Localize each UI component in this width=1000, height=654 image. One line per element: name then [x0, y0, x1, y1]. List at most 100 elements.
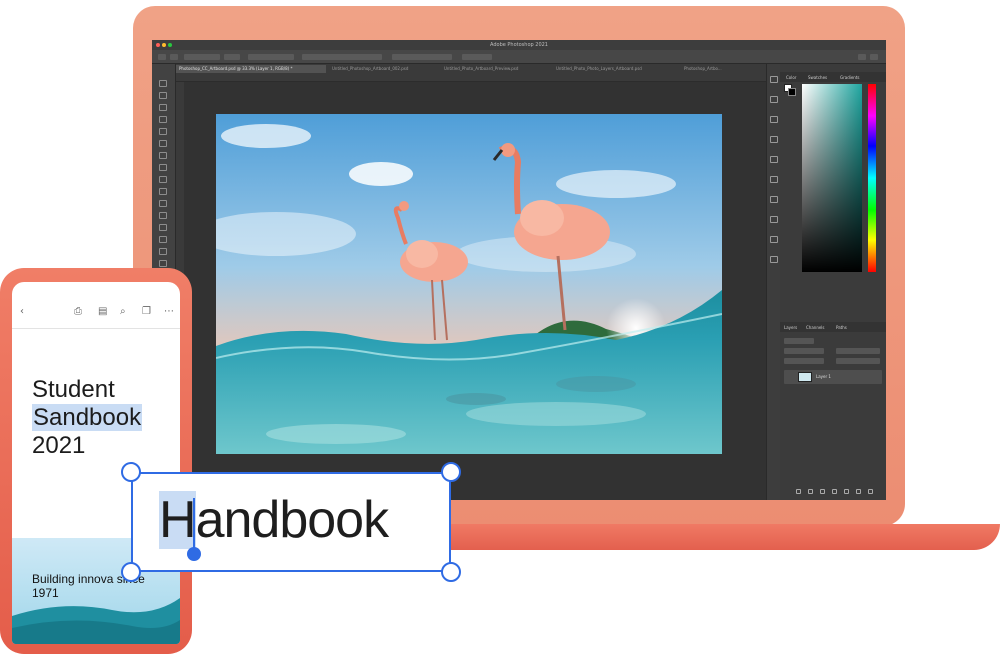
search-icon[interactable]	[858, 54, 866, 60]
document-icon[interactable]: ▤	[98, 306, 107, 318]
document-tab[interactable]: Untitled_Photo_Photo_Layers_Artboard.psd	[556, 65, 676, 73]
panel-icon-strip	[766, 64, 780, 500]
stage: Adobe Photoshop 2021 Photoshop_CC_Artboa…	[0, 0, 1000, 654]
link-icon[interactable]	[796, 489, 801, 494]
clone-stamp-tool-icon[interactable]	[159, 188, 167, 195]
document-tab[interactable]: Untitled_Photoshop_Artboard_002.psd	[332, 65, 438, 73]
frame-tool-icon[interactable]	[159, 140, 167, 147]
eyedropper-tool-icon[interactable]	[159, 152, 167, 159]
paths-icon[interactable]	[770, 256, 778, 263]
layer-row[interactable]: Layer 1	[784, 370, 882, 384]
marquee-tool-icon[interactable]	[159, 92, 167, 99]
opacity-field[interactable]	[836, 348, 880, 354]
healing-brush-tool-icon[interactable]	[159, 164, 167, 171]
crop-tool-icon[interactable]	[159, 128, 167, 135]
document-tab[interactable]: Photoshop_Artbo...	[684, 65, 760, 73]
back-icon[interactable]: ‹	[20, 306, 24, 318]
3d-mode-buttons[interactable]	[462, 54, 492, 60]
resize-handle-bottom-left[interactable]	[121, 562, 141, 582]
search-icon[interactable]: ⌕	[120, 306, 126, 318]
blur-tool-icon[interactable]	[159, 236, 167, 243]
layer-thumbnail	[798, 372, 812, 382]
move-tool-icon[interactable]	[159, 80, 167, 87]
flamingo-artwork-image	[216, 114, 722, 454]
gradient-tool-icon[interactable]	[159, 224, 167, 231]
fx-icon[interactable]	[808, 489, 813, 494]
handbook-rest: andbook	[195, 491, 390, 549]
resize-handle-bottom-right[interactable]	[441, 562, 461, 582]
brush-settings-icon[interactable]	[770, 196, 778, 203]
align-buttons[interactable]	[302, 54, 382, 60]
caret-handle[interactable]	[187, 547, 201, 561]
tab-layers[interactable]: Layers	[784, 325, 797, 330]
minimize-dot-icon[interactable]	[162, 43, 166, 47]
blend-mode-dropdown[interactable]	[784, 348, 824, 354]
character-icon[interactable]	[770, 156, 778, 163]
close-dot-icon[interactable]	[156, 43, 160, 47]
dodge-tool-icon[interactable]	[159, 248, 167, 255]
layers-panel-tabs: Layers Channels Paths	[780, 322, 886, 332]
window-titlebar: Adobe Photoshop 2021	[152, 40, 886, 50]
color-panel-tabs: Color Swatches Gradients	[780, 72, 886, 82]
history-icon[interactable]	[770, 76, 778, 83]
workspace-icon[interactable]	[870, 54, 878, 60]
layers-panel: Layer 1	[780, 334, 886, 500]
resize-handle-top-right[interactable]	[441, 462, 461, 482]
paragraph-icon[interactable]	[770, 176, 778, 183]
canvas-artwork[interactable]	[216, 114, 722, 454]
layer-dropdown[interactable]	[224, 54, 240, 60]
move-tool-icon[interactable]	[170, 54, 178, 60]
group-icon[interactable]	[844, 489, 849, 494]
share-icon[interactable]: ⎙	[74, 306, 82, 318]
title-line-3: 2021	[32, 432, 86, 459]
adjustments-icon[interactable]	[770, 116, 778, 123]
properties-icon[interactable]	[770, 96, 778, 103]
zoom-dot-icon[interactable]	[168, 43, 172, 47]
document-tab[interactable]: Untitled_Photo_Artboard_Preview.psd	[444, 65, 550, 73]
highlighted-word[interactable]: Sandbook	[32, 404, 143, 431]
hue-slider[interactable]	[868, 84, 876, 272]
auto-select-toggle[interactable]	[184, 54, 220, 60]
options-bar	[152, 50, 886, 64]
window-title: Adobe Photoshop 2021	[490, 42, 548, 48]
quick-select-tool-icon[interactable]	[159, 116, 167, 123]
text-caret	[193, 498, 195, 550]
color-picker-field[interactable]	[802, 84, 862, 272]
copy-icon[interactable]: ❐	[142, 306, 151, 318]
photoshop-window: Adobe Photoshop 2021 Photoshop_CC_Artboa…	[152, 40, 886, 500]
resize-handle-top-left[interactable]	[121, 462, 141, 482]
glyphs-icon[interactable]	[770, 236, 778, 243]
title-line-2[interactable]: Sandbook	[32, 404, 143, 432]
distribute-buttons[interactable]	[392, 54, 452, 60]
history-brush-tool-icon[interactable]	[159, 200, 167, 207]
eraser-tool-icon[interactable]	[159, 212, 167, 219]
new-layer-icon[interactable]	[856, 489, 861, 494]
more-icon[interactable]: ⋯	[164, 306, 174, 318]
adjustment-layer-icon[interactable]	[832, 489, 837, 494]
trash-icon[interactable]	[868, 489, 873, 494]
selected-letter[interactable]: H	[159, 491, 197, 549]
text-selection-box[interactable]: Handbook	[131, 472, 451, 572]
tab-paths[interactable]: Paths	[836, 325, 847, 330]
horizontal-ruler	[176, 74, 766, 82]
show-transform-controls-toggle[interactable]	[248, 54, 294, 60]
tab-gradients[interactable]: Gradients	[840, 75, 860, 80]
title-line-1: Student	[32, 376, 115, 403]
phone-device: ‹ ⎙ ▤ ⌕ ❐ ⋯ Student Sandbook 2021 Buildi…	[0, 268, 192, 654]
phone-screen: ‹ ⎙ ▤ ⌕ ❐ ⋯ Student Sandbook 2021 Buildi…	[12, 282, 180, 644]
tab-color[interactable]: Color	[786, 75, 796, 80]
layer-filter-dropdown[interactable]	[784, 338, 814, 344]
mask-icon[interactable]	[820, 489, 825, 494]
libraries-icon[interactable]	[770, 136, 778, 143]
document-tab-active[interactable]: Photoshop_CC_Artboard.psd @ 33.3% (Layer…	[176, 65, 326, 73]
fill-field[interactable]	[836, 358, 880, 364]
lock-buttons[interactable]	[784, 358, 824, 364]
home-icon[interactable]	[158, 54, 166, 60]
lasso-tool-icon[interactable]	[159, 104, 167, 111]
background-color-swatch[interactable]	[788, 88, 796, 96]
pen-tool-icon[interactable]	[159, 260, 167, 267]
tab-channels[interactable]: Channels	[806, 325, 825, 330]
brush-tool-icon[interactable]	[159, 176, 167, 183]
tab-swatches[interactable]: Swatches	[808, 75, 827, 80]
actions-icon[interactable]	[770, 216, 778, 223]
